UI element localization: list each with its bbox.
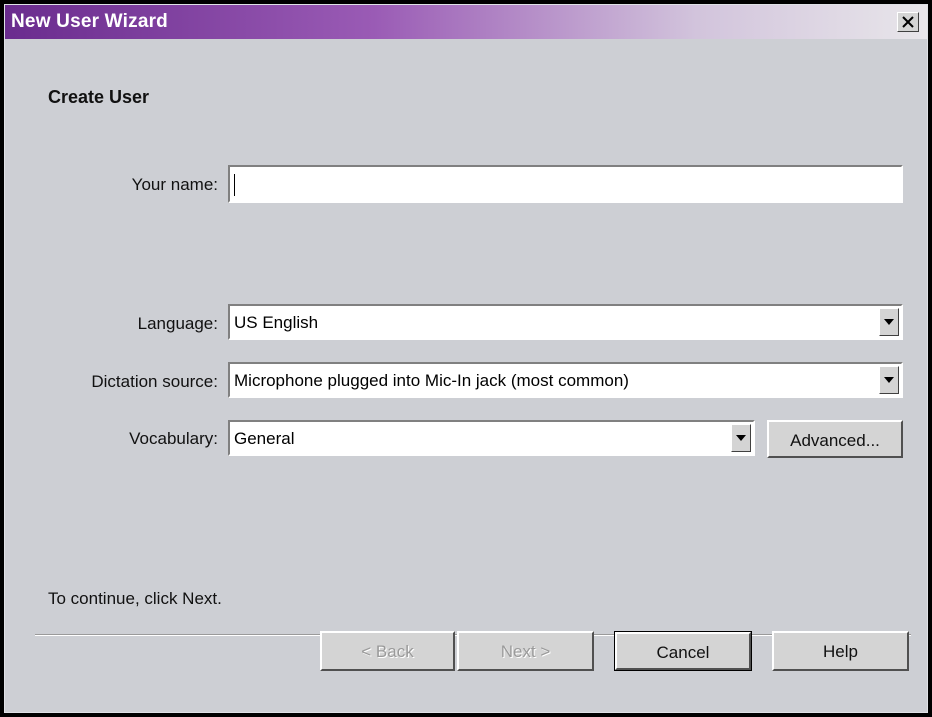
name-input[interactable]	[228, 165, 903, 203]
language-value: US English	[234, 313, 319, 332]
title-bar[interactable]: New User Wizard	[5, 5, 927, 39]
text-caret	[234, 174, 235, 196]
name-label: Your name:	[131, 175, 218, 194]
help-button-label: Help	[823, 642, 858, 661]
chevron-down-icon	[884, 319, 894, 325]
help-button[interactable]: Help	[772, 631, 909, 671]
new-user-wizard-window: New User Wizard Create User Your name: L…	[4, 4, 928, 713]
dictation-source-label: Dictation source:	[91, 372, 218, 391]
next-button[interactable]: Next >	[457, 631, 594, 671]
next-button-label: Next >	[500, 642, 551, 661]
dictation-source-value: Microphone plugged into Mic-In jack (mos…	[234, 371, 629, 390]
chevron-down-icon	[736, 435, 746, 441]
advanced-button[interactable]: Advanced...	[767, 420, 903, 458]
vocabulary-dropdown-button[interactable]	[731, 424, 751, 452]
close-button[interactable]	[897, 12, 919, 32]
continue-hint: To continue, click Next.	[48, 589, 222, 608]
dictation-dropdown-button[interactable]	[879, 366, 899, 394]
dictation-source-select[interactable]: Microphone plugged into Mic-In jack (mos…	[228, 362, 903, 398]
vocabulary-select[interactable]: General	[228, 420, 755, 456]
cancel-button[interactable]: Cancel	[614, 631, 752, 671]
chevron-down-icon	[884, 377, 894, 383]
vocabulary-label: Vocabulary:	[129, 429, 218, 448]
language-select[interactable]: US English	[228, 304, 903, 340]
advanced-button-label: Advanced...	[790, 431, 880, 450]
close-icon	[902, 16, 914, 28]
language-label: Language:	[137, 314, 218, 333]
back-button[interactable]: < Back	[320, 631, 455, 671]
window-title: New User Wizard	[11, 11, 168, 32]
back-button-label: < Back	[361, 642, 414, 661]
cancel-button-label: Cancel	[656, 643, 710, 662]
vocabulary-value: General	[234, 429, 295, 448]
page-heading: Create User	[48, 87, 150, 107]
language-dropdown-button[interactable]	[879, 308, 899, 336]
